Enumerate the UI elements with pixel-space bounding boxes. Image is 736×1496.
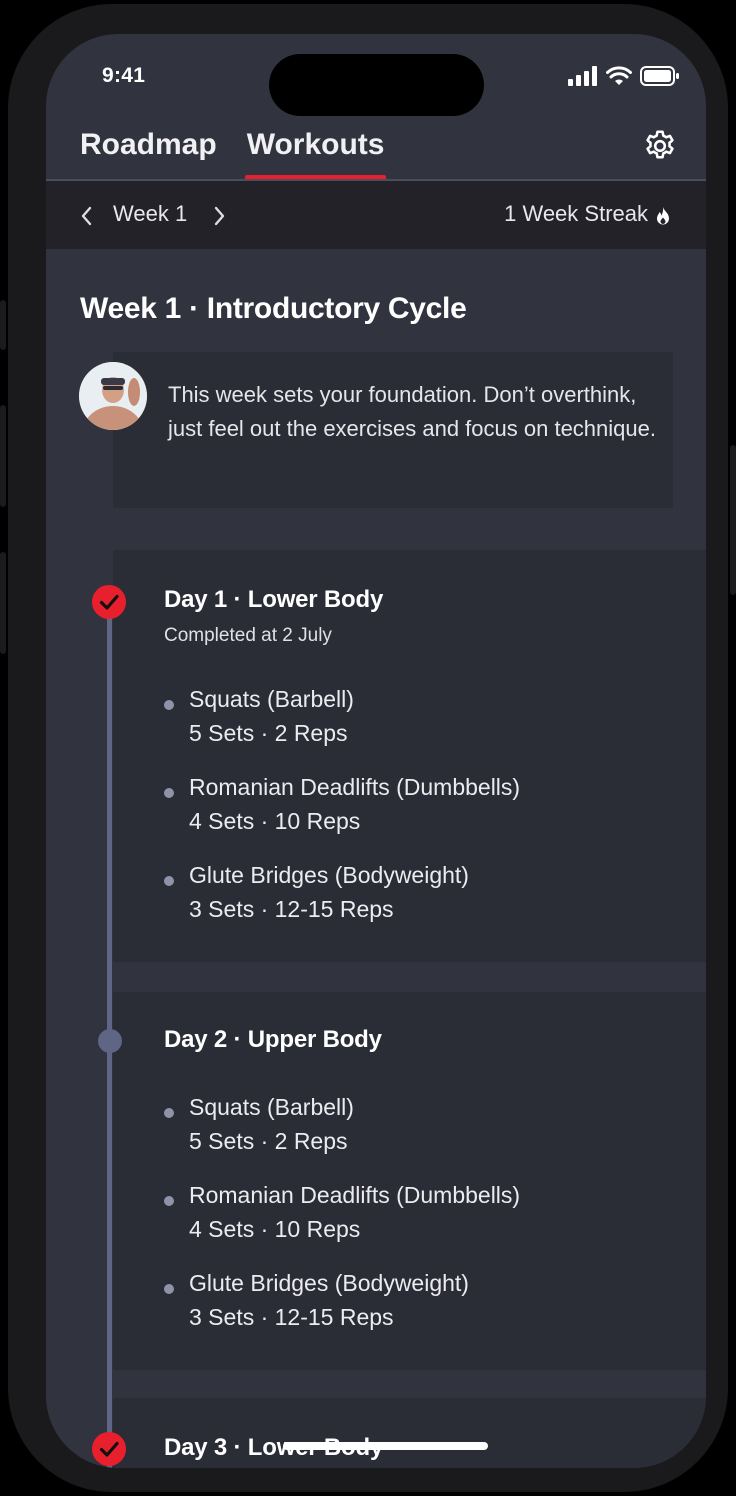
exercise-name: Romanian Deadlifts (Dumbbells) (189, 1182, 521, 1208)
status-icons (568, 65, 680, 87)
bullet-icon (164, 788, 174, 798)
pending-dot-icon (98, 1029, 122, 1053)
exercise-detail: 5 Sets · 2 Reps (189, 1128, 348, 1154)
exercise-name: Squats (Barbell) (189, 686, 354, 712)
bullet-icon (164, 1284, 174, 1294)
tab-roadmap[interactable]: Roadmap (80, 124, 217, 180)
device-bezel: 9:41 Roadmap Workouts Week 1 1 Week Stre… (8, 4, 728, 1492)
chevron-right-icon[interactable] (210, 205, 228, 227)
signal-icon (568, 66, 597, 86)
app-screen: 9:41 Roadmap Workouts Week 1 1 Week Stre… (46, 34, 706, 1468)
completed-check-icon (92, 1432, 126, 1466)
mute-switch (0, 300, 6, 350)
exercise-name: Squats (Barbell) (189, 1094, 354, 1120)
day-card[interactable]: Day 2 · Upper Body Squats (Barbell) 5 Se… (113, 992, 706, 1370)
day-completed-date: Completed at 2 July (164, 625, 332, 646)
day-card[interactable]: Day 3 · Lower Body (113, 1398, 706, 1468)
volume-down-button (0, 552, 6, 654)
power-button (730, 445, 736, 595)
exercise-detail: 3 Sets · 12-15 Reps (189, 896, 394, 922)
wifi-icon (606, 66, 632, 85)
exercise-name: Glute Bridges (Bodyweight) (189, 1270, 469, 1296)
page-title: Week 1 · Introductory Cycle (80, 292, 467, 325)
coach-message-text: This week sets your foundation. Don’t ov… (168, 382, 656, 441)
chevron-left-icon[interactable] (78, 205, 96, 227)
exercise-detail: 4 Sets · 10 Reps (189, 1216, 361, 1242)
bullet-icon (164, 700, 174, 710)
bullet-icon (164, 876, 174, 886)
completed-check-icon (92, 585, 126, 619)
phone-frame: 9:41 Roadmap Workouts Week 1 1 Week Stre… (0, 0, 736, 1496)
day-title: Day 2 · Upper Body (164, 1026, 382, 1053)
coach-avatar (79, 362, 147, 430)
flame-icon (657, 207, 669, 225)
battery-icon (640, 66, 679, 86)
day-card[interactable]: Day 1 · Lower Body Completed at 2 July S… (113, 550, 706, 962)
week-label: Week 1 (113, 201, 188, 226)
streak-label: 1 Week Streak (504, 201, 648, 226)
coach-avatar-image (79, 362, 147, 430)
dynamic-island (269, 54, 484, 116)
day-title: Day 1 · Lower Body (164, 586, 384, 613)
week-bar: Week 1 1 Week Streak (46, 181, 706, 249)
status-time: 9:41 (102, 64, 146, 87)
exercise-detail: 4 Sets · 10 Reps (189, 808, 361, 834)
exercise-name: Romanian Deadlifts (Dumbbells) (189, 774, 521, 800)
tab-workouts[interactable]: Workouts (244, 124, 387, 180)
home-indicator[interactable] (283, 1442, 488, 1450)
gear-icon[interactable] (642, 128, 678, 164)
header-tabs: Roadmap Workouts (80, 124, 387, 180)
exercise-detail: 5 Sets · 2 Reps (189, 720, 348, 746)
volume-up-button (0, 405, 6, 507)
bullet-icon (164, 1108, 174, 1118)
exercise-name: Glute Bridges (Bodyweight) (189, 862, 469, 888)
exercise-detail: 3 Sets · 12-15 Reps (189, 1304, 394, 1330)
bullet-icon (164, 1196, 174, 1206)
